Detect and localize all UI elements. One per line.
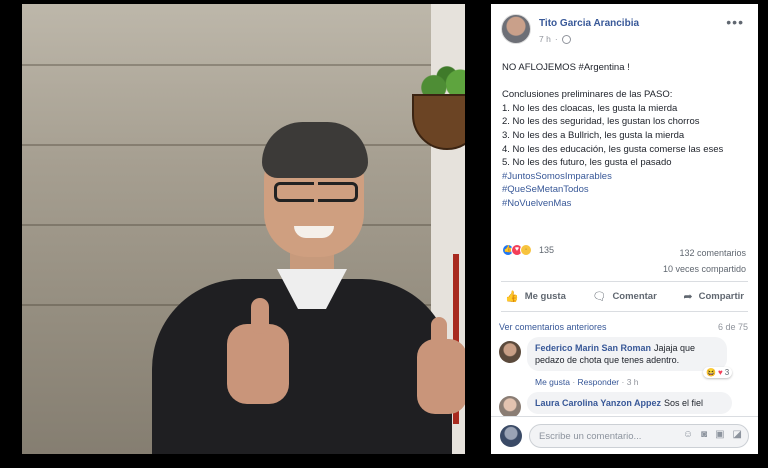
share-label: Compartir [698, 290, 744, 302]
post-text-line: 5. No les des futuro, les gusta el pasad… [502, 157, 672, 169]
reaction-count[interactable]: 135 [539, 245, 554, 255]
hashtag-link[interactable]: #JuntosSomosImparables [502, 170, 748, 184]
engagement-counts: 132 comentarios 10 veces compartido [663, 245, 746, 277]
comment-bubble: Laura Carolina Yanzon Appez Sos el fiel [527, 392, 732, 414]
comment-page-count: 6 de 75 [717, 322, 748, 332]
divider [501, 311, 748, 312]
post-header: Tito Garcia Arancibia 7 h · ••• [501, 14, 748, 48]
comment-bubble: Federico Marin San Roman Jajaja que pedaz… [527, 337, 727, 371]
composer-icons: ☺ ◙ ▣ ◪ [683, 429, 742, 440]
person-hair [262, 122, 368, 178]
share-arrow-icon: ➦ [683, 290, 693, 303]
post-meta: 7 h · [539, 34, 571, 44]
post-actions: 👍 Me gusta 🗨 Comentar ➦ Compartir [501, 286, 748, 306]
current-user-avatar [500, 425, 522, 447]
share-button[interactable]: ➦ Compartir [679, 286, 748, 306]
view-previous-comments-link[interactable]: Ver comentarios anteriores [499, 322, 607, 332]
author-name[interactable]: Tito Garcia Arancibia [539, 18, 639, 29]
globe-icon [561, 34, 571, 44]
post-side-panel: Tito Garcia Arancibia 7 h · ••• NO AFLOJ… [491, 4, 758, 454]
comment-item: Federico Marin San Roman Jajaja que pedaz… [499, 337, 749, 387]
laugh-reaction-icon: 😆 [706, 368, 716, 377]
comment-reply-link[interactable]: Responder [578, 377, 620, 387]
commenter-name[interactable]: Federico Marin San Roman [535, 343, 651, 353]
camera-icon[interactable]: ◙ [701, 429, 707, 440]
wall-plank [22, 224, 465, 226]
person-glasses [274, 182, 358, 202]
shares-count[interactable]: 10 veces compartido [663, 261, 746, 277]
post-text-gap [502, 75, 748, 89]
sad-reaction-icon: · [520, 244, 532, 256]
meta-separator: · [554, 34, 558, 44]
post-text-line: NO AFLOJEMOS #Argentina ! [502, 62, 630, 73]
comment-like-link[interactable]: Me gusta [535, 377, 570, 387]
post-text-line: 4. No les des educación, les gusta comer… [502, 143, 724, 155]
person-smile [294, 226, 334, 238]
reactions-summary[interactable]: 👍 ♥ · 135 [502, 244, 554, 256]
speech-bubble-icon: 🗨 [592, 290, 607, 303]
post-text-line: 3. No les des a Bullrich, les gusta la m… [502, 129, 685, 141]
post-text: NO AFLOJEMOS #Argentina ! Conclusiones pr… [502, 61, 748, 211]
thumbs-up-right [417, 317, 465, 414]
comment-composer: ☺ ◙ ▣ ◪ [491, 416, 758, 454]
post-text-line: 2. No les des seguridad, les gustan los … [502, 116, 700, 128]
comment-item: Laura Carolina Yanzon Appez Sos el fiel [499, 392, 749, 416]
more-dots-icon[interactable]: ••• [726, 14, 744, 30]
post-text-line: Conclusiones preliminares de las PASO: [502, 89, 673, 101]
reaction-icons: 👍 ♥ · [502, 244, 532, 256]
comment-reaction-count: 3 [724, 368, 730, 377]
comment-label: Comentar [612, 290, 657, 302]
comment-text: Jajaja que [654, 343, 696, 353]
author-avatar[interactable] [501, 14, 531, 44]
post-text-line: 1. No les des cloacas, les gusta la mier… [502, 102, 678, 114]
comment-text-continued: pedazo de chota que tenes adentro. [535, 355, 680, 365]
hanging-basket [412, 94, 465, 150]
emoji-icon[interactable]: ☺ [683, 429, 693, 440]
post-photo[interactable] [22, 4, 465, 454]
hashtag-link[interactable]: #QueSeMetanTodos [502, 183, 748, 197]
wall-plank [22, 144, 465, 146]
hashtag-link[interactable]: #NoVuelvenMas [502, 197, 748, 211]
commenter-avatar[interactable] [499, 341, 521, 363]
like-label: Me gusta [524, 290, 566, 302]
post-time[interactable]: 7 h [539, 34, 551, 44]
divider [501, 281, 748, 282]
thumbs-up-left [227, 298, 289, 404]
comments-count[interactable]: 132 comentarios [663, 245, 746, 261]
gif-icon[interactable]: ▣ [715, 429, 724, 440]
wall-plank [22, 64, 465, 66]
comment-reactions[interactable]: 😆 ♥ 3 [703, 367, 733, 378]
commenter-name[interactable]: Laura Carolina Yanzon Appez [535, 398, 661, 408]
love-reaction-icon: ♥ [717, 368, 723, 377]
sticker-icon[interactable]: ◪ [733, 429, 742, 440]
thumbs-up-icon: 👍 [505, 290, 519, 303]
commenter-avatar[interactable] [499, 396, 521, 416]
comment-footer: Me gusta · Responder · 3 h [535, 377, 639, 387]
like-button[interactable]: 👍 Me gusta [501, 286, 570, 306]
comment-text: Sos el fiel [664, 398, 704, 408]
comment-button[interactable]: 🗨 Comentar [588, 286, 660, 306]
comment-time[interactable]: 3 h [627, 377, 639, 387]
